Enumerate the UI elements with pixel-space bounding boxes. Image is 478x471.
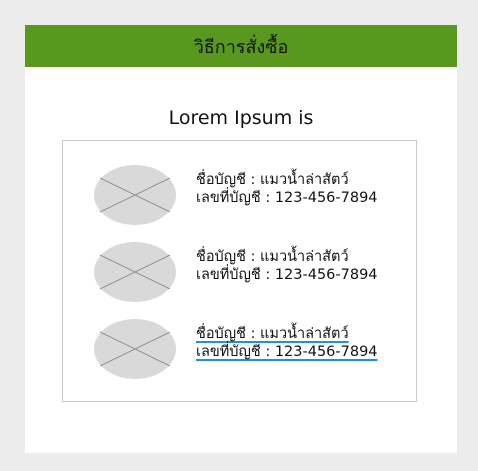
image-placeholder-icon [94,242,176,302]
account-number[interactable]: เลขที่บัญชี : 123-456-7894 [196,343,378,361]
bank-account-details[interactable]: ชื่อบัญชี : แมวน้ำล่าสัตว์ เลขที่บัญชี :… [196,325,378,361]
order-method-card: วิธีการสั่งซื้อ Lorem Ipsum is ชื่อบัญชี… [25,25,457,453]
page-header: วิธีการสั่งซื้อ [25,25,457,67]
bank-account-item: ชื่อบัญชี : แมวน้ำล่าสัตว์ เลขที่บัญชี :… [63,163,416,227]
account-name: ชื่อบัญชี : แมวน้ำล่าสัตว์ [196,249,349,265]
bank-account-item: ชื่อบัญชี : แมวน้ำล่าสัตว์ เลขที่บัญชี :… [63,240,416,304]
bank-account-item-selected: ชื่อบัญชี : แมวน้ำล่าสัตว์ เลขที่บัญชี :… [63,317,416,381]
bank-account-details: ชื่อบัญชี : แมวน้ำล่าสัตว์ เลขที่บัญชี :… [196,171,378,207]
section-title: Lorem Ipsum is [168,107,314,129]
account-name[interactable]: ชื่อบัญชี : แมวน้ำล่าสัตว์ [196,325,378,343]
account-name: ชื่อบัญชี : แมวน้ำล่าสัตว์ [196,172,349,188]
account-number: เลขที่บัญชี : 123-456-7894 [196,190,378,206]
image-placeholder-icon [94,165,176,225]
account-number: เลขที่บัญชี : 123-456-7894 [196,267,378,283]
bank-account-list: ชื่อบัญชี : แมวน้ำล่าสัตว์ เลขที่บัญชี :… [62,140,417,402]
image-placeholder-icon [94,319,176,379]
bank-account-details: ชื่อบัญชี : แมวน้ำล่าสัตว์ เลขที่บัญชี :… [196,248,378,284]
page-title: วิธีการสั่งซื้อ [193,36,289,58]
